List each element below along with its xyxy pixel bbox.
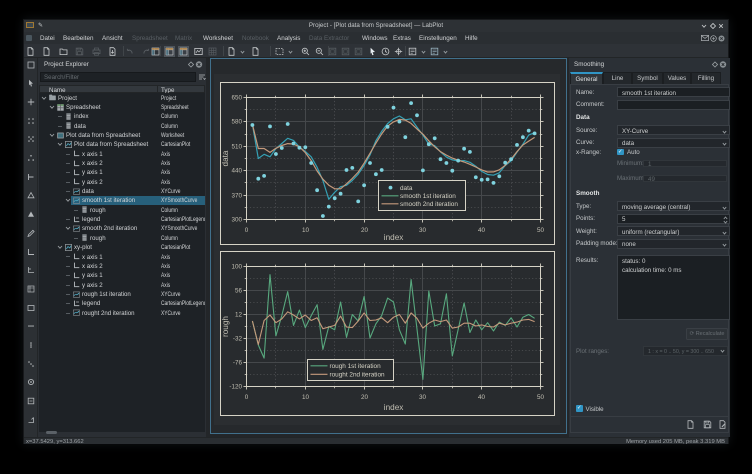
svg-text:10: 10 xyxy=(302,227,310,234)
svg-text:50: 50 xyxy=(537,227,545,234)
svg-text:-76: -76 xyxy=(233,360,243,367)
svg-text:10: 10 xyxy=(302,394,310,401)
svg-text:index: index xyxy=(384,233,404,242)
svg-text:30: 30 xyxy=(419,227,427,234)
svg-text:smooth 1st iteration: smooth 1st iteration xyxy=(400,193,456,200)
svg-text:40: 40 xyxy=(478,394,486,401)
svg-text:650: 650 xyxy=(231,95,242,102)
svg-text:580: 580 xyxy=(231,119,242,126)
svg-text:rough: rough xyxy=(221,316,230,337)
svg-text:40: 40 xyxy=(478,227,486,234)
svg-text:0: 0 xyxy=(245,227,249,234)
svg-text:20: 20 xyxy=(361,227,369,234)
svg-text:370: 370 xyxy=(231,193,242,200)
svg-text:-120: -120 xyxy=(229,384,242,391)
svg-text:50: 50 xyxy=(537,394,545,401)
svg-text:data: data xyxy=(400,185,413,192)
svg-text:20: 20 xyxy=(361,394,369,401)
svg-text:30: 30 xyxy=(419,394,427,401)
svg-text:56: 56 xyxy=(235,288,243,295)
svg-text:smooth 2nd iteration: smooth 2nd iteration xyxy=(400,201,458,208)
svg-text:12: 12 xyxy=(235,312,243,319)
svg-text:300: 300 xyxy=(231,217,242,224)
svg-text:-32: -32 xyxy=(233,336,243,343)
svg-text:data: data xyxy=(221,150,230,166)
svg-text:rough 1st iteration: rough 1st iteration xyxy=(330,363,382,370)
svg-text:index: index xyxy=(384,403,404,412)
svg-text:440: 440 xyxy=(231,168,242,175)
svg-text:510: 510 xyxy=(231,144,242,151)
svg-text:0: 0 xyxy=(245,394,249,401)
svg-text:100: 100 xyxy=(231,264,242,271)
svg-text:rought 2nd iteration: rought 2nd iteration xyxy=(330,372,386,379)
